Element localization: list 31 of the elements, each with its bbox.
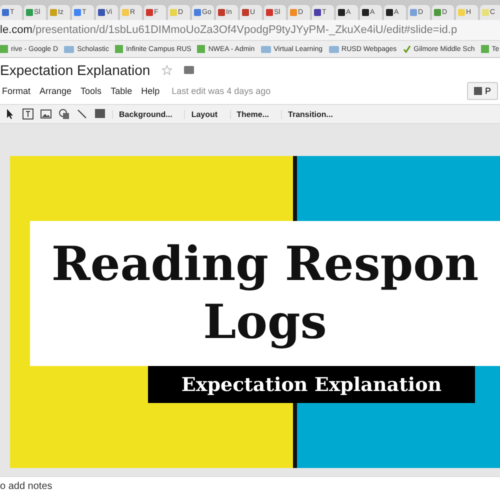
- shape-icon[interactable]: [58, 108, 70, 120]
- page-icon: [114, 45, 123, 53]
- toolbar-button[interactable]: Theme...: [230, 110, 276, 118]
- slide-subtitle: Expectation Explanation: [148, 366, 475, 403]
- menu-item[interactable]: Arrange: [40, 86, 72, 96]
- line-icon[interactable]: [76, 108, 88, 120]
- toolbar-button[interactable]: Transition...: [281, 110, 339, 118]
- page-icon: [480, 45, 489, 53]
- present-button[interactable]: P: [466, 82, 498, 100]
- slide-title: Logs: [203, 294, 327, 352]
- folder-icon[interactable]: [184, 66, 194, 74]
- menu-item[interactable]: Format: [2, 86, 31, 96]
- toolbar-button[interactable]: Layout: [184, 110, 224, 118]
- notes-placeholder[interactable]: o add notes: [0, 481, 52, 492]
- star-icon[interactable]: [162, 65, 172, 75]
- page-icon: [0, 45, 8, 53]
- menu-item[interactable]: Tools: [80, 86, 102, 96]
- slide-title: Reading Respon: [51, 236, 479, 294]
- menu-item[interactable]: Help: [141, 86, 160, 96]
- check-icon: [402, 45, 411, 53]
- page-icon: [197, 45, 206, 53]
- image-icon[interactable]: [40, 108, 52, 120]
- folder-icon: [64, 46, 74, 52]
- document-title[interactable]: Expectation Explanation: [0, 62, 150, 78]
- last-edit-text: Last edit was 4 days ago: [172, 86, 271, 96]
- folder-icon: [328, 46, 339, 52]
- folder-icon: [260, 46, 271, 52]
- toolbar-button[interactable]: Background...: [112, 110, 178, 118]
- menu-item[interactable]: Table: [110, 86, 132, 96]
- text-box-icon[interactable]: [22, 108, 34, 120]
- cursor-icon[interactable]: [4, 108, 16, 120]
